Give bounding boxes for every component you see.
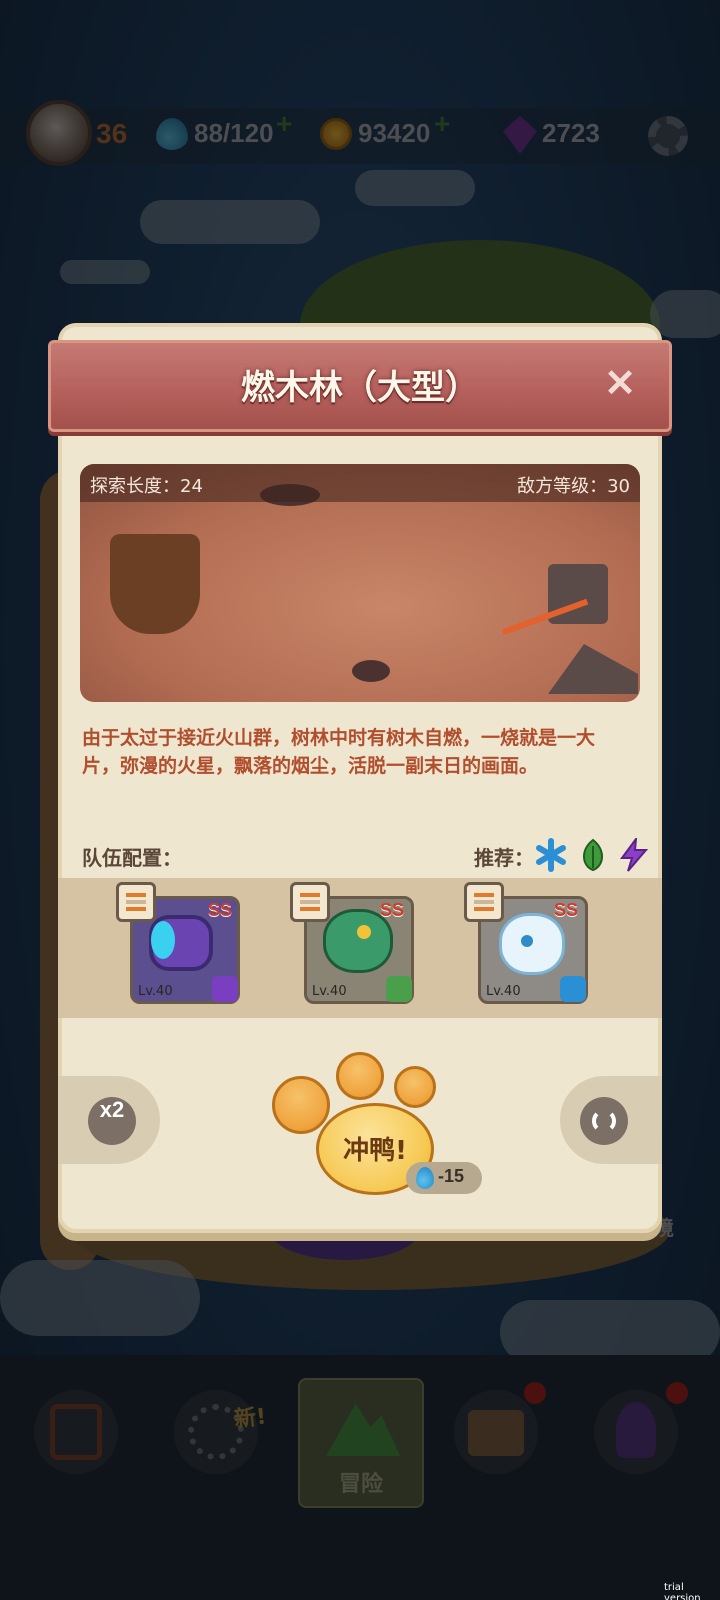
dialog-title: 燃木林（大型） xyxy=(241,368,479,408)
enemy-level: 敌方等级：30 xyxy=(517,476,630,497)
paw-toe[interactable] xyxy=(272,1076,330,1134)
lightning-element-icon xyxy=(212,976,238,1002)
team-config-label: 队伍配置： xyxy=(82,846,182,870)
rank-badge: SS xyxy=(380,900,405,920)
paw-toe[interactable] xyxy=(336,1052,384,1100)
leaf-element-icon xyxy=(576,838,610,872)
spirit-eye-image xyxy=(521,935,533,947)
recommend-label: 推荐： xyxy=(474,846,534,870)
speed-x2-button[interactable]: x2 xyxy=(88,1097,136,1145)
card-menu-icon[interactable] xyxy=(290,882,330,922)
close-button[interactable]: ✕ xyxy=(600,362,640,406)
card-menu-icon[interactable] xyxy=(116,882,156,922)
ice-element-icon xyxy=(534,838,568,872)
leaf-element-icon xyxy=(386,976,412,1002)
cannon-barrel-image xyxy=(151,921,175,959)
stone-image xyxy=(548,644,638,694)
energy-drop-icon xyxy=(416,1167,434,1189)
stone-image xyxy=(352,660,390,682)
energy-cost: -15 xyxy=(438,1166,465,1186)
paw-toe[interactable] xyxy=(394,1066,436,1108)
swap-team-button[interactable] xyxy=(580,1097,628,1145)
lightning-element-icon xyxy=(616,835,650,872)
explore-length: 探索长度：24 xyxy=(90,476,203,497)
rank-badge: SS xyxy=(554,900,579,920)
stage-info-bar: 探索长度：24 敌方等级：30 xyxy=(80,464,640,502)
stage-description-line: 由于太过于接近火山群，树林中时有树木自燃，一烧就是一大 xyxy=(82,727,596,749)
stage-description-line: 片，弥漫的火星，飘落的烟尘，活脱一副末日的画面。 xyxy=(82,755,539,777)
go-button-label[interactable]: 冲鸭! xyxy=(316,1130,434,1167)
snake-eye-image xyxy=(357,925,371,939)
member-level: Lv.40 xyxy=(138,984,173,999)
member-level: Lv.40 xyxy=(312,984,347,999)
ice-element-icon xyxy=(560,976,586,1002)
stump-image xyxy=(110,534,200,634)
member-level: Lv.40 xyxy=(486,984,521,999)
stage-preview-image: 探索长度：24 敌方等级：30 xyxy=(80,464,640,702)
swap-icon xyxy=(592,1109,616,1133)
stage-description: 由于太过于接近火山群，树林中时有树木自燃，一烧就是一大 片，弥漫的火星，飘落的烟… xyxy=(82,724,642,780)
rank-badge: SS xyxy=(208,900,233,920)
card-menu-icon[interactable] xyxy=(464,882,504,922)
trial-watermark: trial version xyxy=(664,1582,701,1600)
